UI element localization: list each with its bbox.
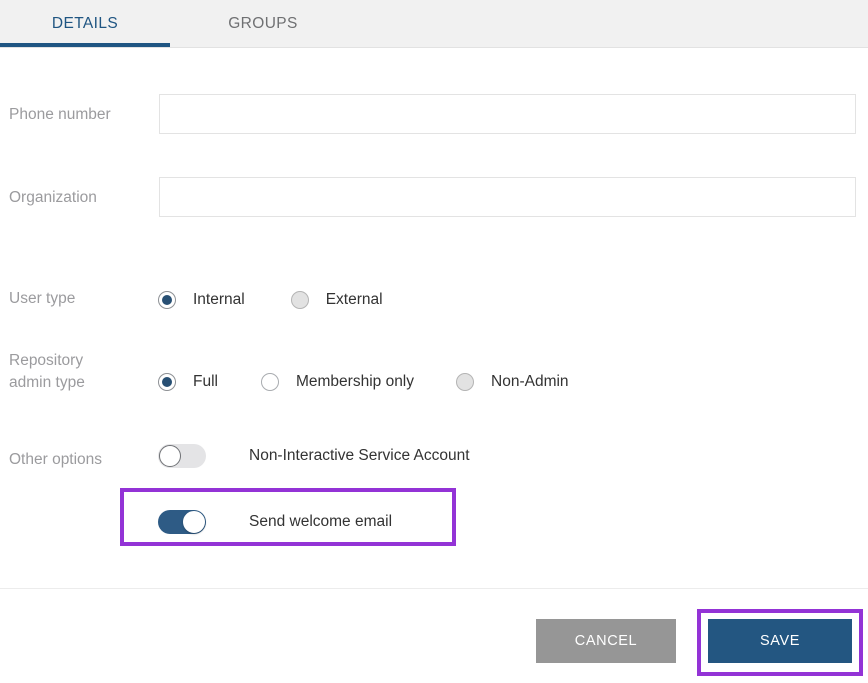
- field-row-other-options: Other options Non-Interactive Service Ac…: [0, 436, 868, 576]
- radio-selected-icon: [158, 373, 176, 391]
- radio-selected-icon: [158, 291, 176, 309]
- toggle-send-welcome-email[interactable]: [158, 510, 206, 534]
- repository-admin-type-label-line2: admin type: [9, 374, 85, 391]
- toggle-knob: [159, 445, 181, 467]
- radio-label-external: External: [325, 291, 383, 308]
- cancel-button[interactable]: CANCEL: [536, 619, 676, 663]
- toggle-label-send-welcome-email: Send welcome email: [249, 513, 393, 530]
- other-options-label: Other options: [9, 451, 103, 468]
- footer-actions: CANCEL SAVE: [0, 589, 868, 683]
- radio-repo-admin-non-admin[interactable]: Non-Admin: [456, 373, 569, 391]
- tab-details[interactable]: DETAILS: [0, 0, 170, 47]
- save-button[interactable]: SAVE: [708, 619, 852, 663]
- tab-groups[interactable]: GROUPS: [178, 0, 348, 47]
- field-row-user-type: User type Internal External: [0, 280, 868, 320]
- active-tab-indicator: [0, 43, 170, 47]
- field-row-repository-admin-type: Repository admin type Full Membership on…: [0, 348, 868, 404]
- toggle-row-send-welcome-email[interactable]: Send welcome email: [158, 510, 392, 534]
- details-form: Phone number Organization User type Inte…: [0, 48, 868, 588]
- radio-unselected-icon: [260, 373, 279, 391]
- radio-label-membership-only: Membership only: [295, 373, 415, 390]
- repository-admin-type-label-line1: Repository: [9, 352, 84, 369]
- radio-user-type-internal[interactable]: Internal: [158, 291, 245, 309]
- radio-unselected-icon: [456, 373, 475, 391]
- radio-repo-admin-full[interactable]: Full: [158, 373, 218, 391]
- repository-admin-type-label: Repository admin type: [9, 350, 149, 394]
- phone-number-input[interactable]: [159, 94, 856, 134]
- organization-input[interactable]: [159, 177, 856, 217]
- toggle-non-interactive-service-account[interactable]: [158, 444, 206, 468]
- user-type-radio-group: Internal External: [158, 280, 383, 320]
- tab-bar: DETAILS GROUPS: [0, 0, 868, 48]
- user-type-label: User type: [9, 290, 76, 307]
- phone-number-label: Phone number: [9, 106, 111, 123]
- toggle-row-non-interactive-service-account[interactable]: Non-Interactive Service Account: [158, 444, 470, 468]
- radio-label-internal: Internal: [193, 291, 245, 308]
- toggle-knob: [183, 511, 205, 533]
- field-row-organization: Organization: [0, 177, 868, 233]
- repository-admin-type-radio-group: Full Membership only Non-Admin: [158, 362, 569, 402]
- organization-label: Organization: [9, 189, 97, 206]
- toggle-label-non-interactive-service-account: Non-Interactive Service Account: [249, 447, 470, 464]
- field-row-phone-number: Phone number: [0, 94, 868, 150]
- radio-label-full: Full: [193, 373, 218, 390]
- radio-repo-admin-membership-only[interactable]: Membership only: [260, 373, 415, 391]
- radio-user-type-external[interactable]: External: [290, 291, 383, 309]
- radio-unselected-icon: [290, 291, 309, 309]
- radio-label-non-admin: Non-Admin: [491, 373, 569, 390]
